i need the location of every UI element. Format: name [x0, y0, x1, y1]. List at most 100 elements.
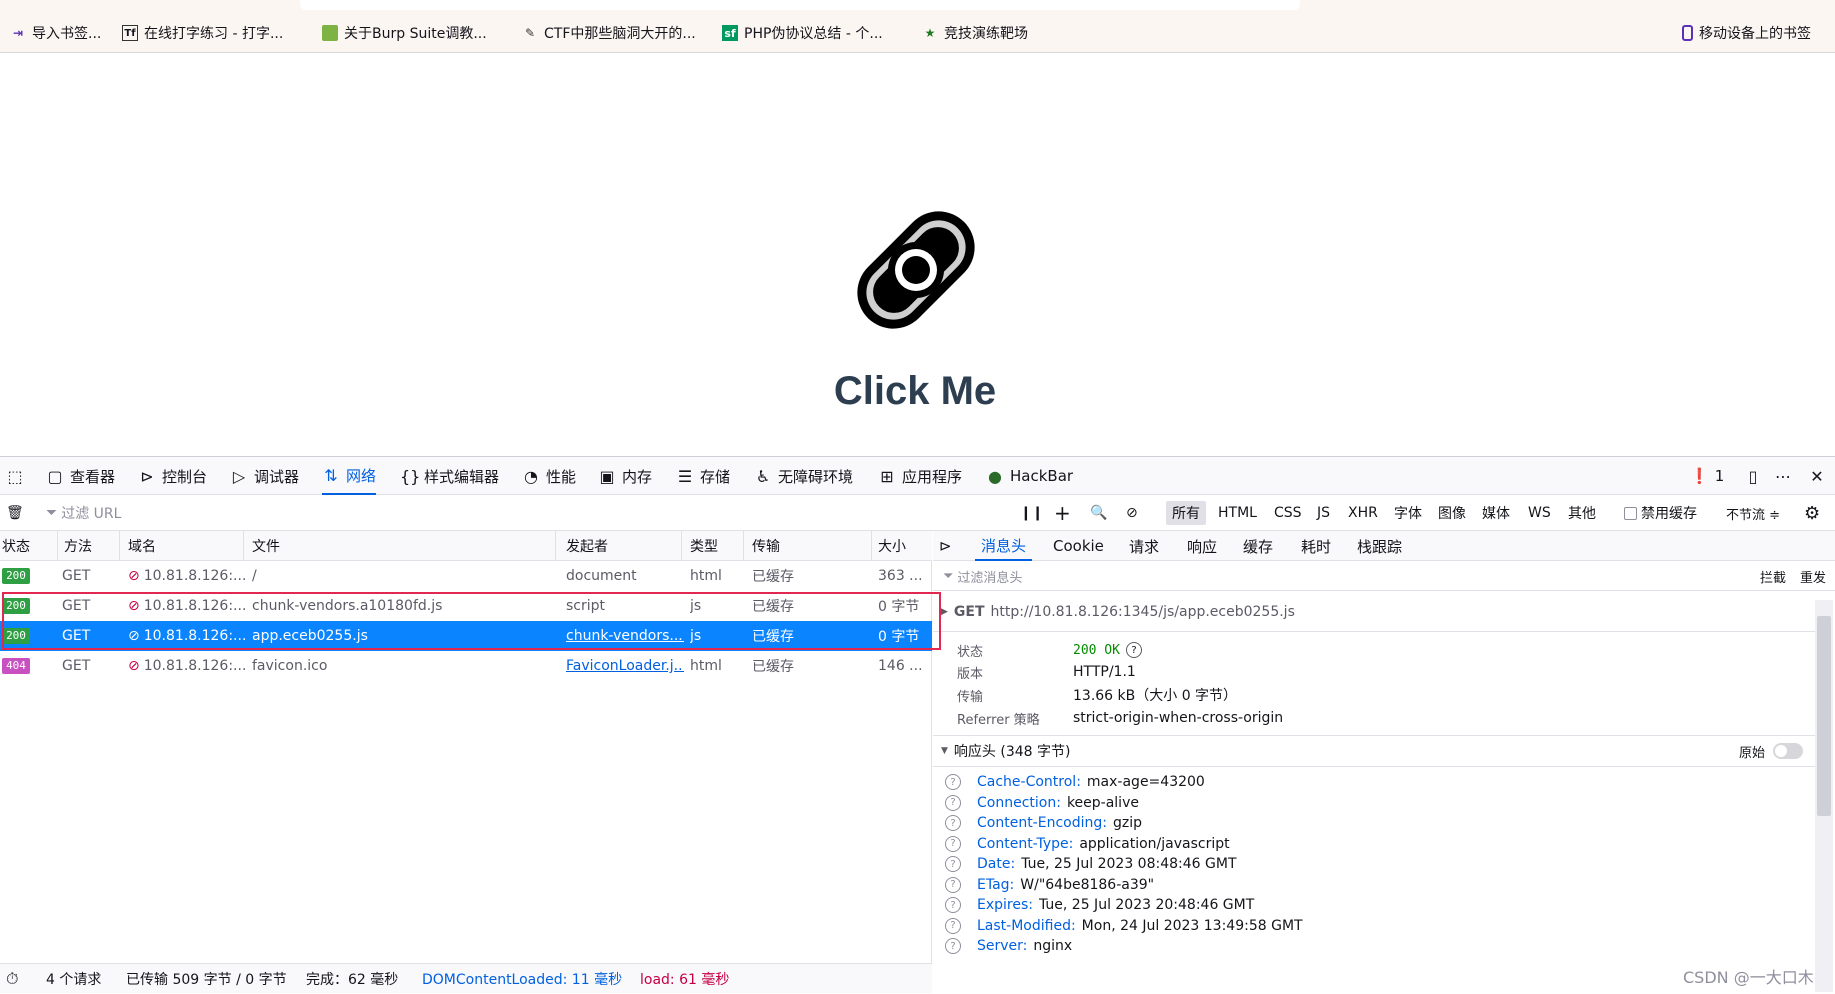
- response-header-row[interactable]: ? Connection: keep-alive: [945, 792, 1139, 814]
- disable-cache-checkbox[interactable]: 禁用缓存: [1624, 495, 1697, 531]
- tab-memory[interactable]: ▣ 内存: [598, 457, 652, 495]
- col-type[interactable]: 类型: [688, 531, 744, 561]
- help-icon[interactable]: ?: [945, 856, 961, 872]
- search-button[interactable]: 🔍: [1090, 495, 1107, 531]
- tab-storage[interactable]: ☰ 存储: [676, 457, 730, 495]
- add-button[interactable]: +: [1054, 495, 1071, 531]
- expand-arrow-icon: ▶: [941, 607, 948, 617]
- help-icon[interactable]: ?: [945, 938, 961, 954]
- filter-all[interactable]: 所有: [1166, 501, 1206, 525]
- cell-transfer: 已缓存: [752, 569, 794, 585]
- tab-request[interactable]: 请求: [1129, 531, 1159, 561]
- filter-ws[interactable]: WS: [1528, 495, 1551, 531]
- throttle-select[interactable]: 不节流 ≑: [1726, 495, 1780, 531]
- filter-css[interactable]: CSS: [1274, 495, 1302, 531]
- col-transfer[interactable]: 传输: [750, 531, 872, 561]
- response-header-row[interactable]: ? Cache-Control: max-age=43200: [945, 771, 1205, 793]
- clear-button[interactable]: 🗑: [6, 495, 24, 531]
- tab-headers[interactable]: 消息头: [975, 531, 1033, 561]
- help-icon[interactable]: ?: [945, 835, 961, 852]
- tab-console[interactable]: ⊳ 控制台: [138, 457, 207, 495]
- toggle-sidebar-button[interactable]: ⊳: [939, 531, 952, 561]
- header-value: Tue, 25 Jul 2023 08:48:46 GMT: [1021, 856, 1237, 872]
- help-icon[interactable]: ?: [945, 917, 961, 934]
- col-file[interactable]: 文件: [250, 531, 556, 561]
- link-logo-icon[interactable]: [840, 194, 992, 346]
- help-icon[interactable]: ?: [945, 794, 961, 811]
- response-header-row[interactable]: ? Content-Encoding: gzip: [945, 812, 1142, 834]
- performance-analysis-button[interactable]: ⏱: [6, 964, 18, 994]
- response-headers-section[interactable]: ▼ 响应头 (348 字节) 原始: [933, 735, 1815, 767]
- bookmark-import[interactable]: ⇥ 导入书签...: [10, 22, 101, 44]
- col-status[interactable]: 状态: [0, 531, 58, 561]
- request-line[interactable]: ▶ GET http://10.81.8.126:1345/js/app.ece…: [941, 601, 1813, 623]
- error-badge[interactable]: ❗ 1: [1690, 457, 1724, 495]
- tab-hackbar[interactable]: ● HackBar: [986, 457, 1073, 495]
- scrollbar-thumb[interactable]: [1817, 616, 1831, 816]
- page-title[interactable]: Click Me: [0, 369, 1830, 414]
- bookmark-burp[interactable]: 关于Burp Suite调教...: [322, 22, 487, 44]
- raw-toggle[interactable]: 原始: [1739, 740, 1804, 762]
- filter-html[interactable]: HTML: [1218, 495, 1257, 531]
- tab-application[interactable]: ⊞ 应用程序: [878, 457, 962, 495]
- header-value: application/javascript: [1079, 835, 1230, 852]
- details-scrollbar[interactable]: [1815, 600, 1833, 992]
- filter-js[interactable]: JS: [1317, 495, 1330, 531]
- tab-debugger[interactable]: ▷ 调试器: [230, 457, 299, 495]
- settings-button[interactable]: ⚙: [1804, 495, 1820, 531]
- col-size[interactable]: 大小: [876, 531, 932, 561]
- tab-inspector[interactable]: ▢ 查看器: [46, 457, 115, 495]
- bookmark-ctf[interactable]: ✎ CTF中那些脑洞大开的...: [522, 22, 696, 44]
- col-initiator[interactable]: 发起者: [564, 531, 682, 561]
- block-request-button[interactable]: 拦截: [1760, 565, 1786, 587]
- bookmark-typing[interactable]: Tf 在线打字练习 - 打字...: [122, 22, 283, 44]
- filter-font[interactable]: 字体: [1394, 495, 1422, 531]
- response-header-row[interactable]: ? ETag: W/"64be8186-a39": [945, 874, 1154, 896]
- table-row[interactable]: 200 GET ⊘ 10.81.8.126:... / document html 已缓存 36…: [0, 561, 932, 591]
- cube-favicon: [322, 25, 338, 41]
- filter-media[interactable]: 媒体: [1482, 495, 1510, 531]
- dock-button[interactable]: ▯: [1744, 457, 1762, 495]
- filter-other[interactable]: 其他: [1568, 495, 1596, 531]
- help-icon[interactable]: ?: [945, 897, 961, 913]
- tab-style-editor[interactable]: {} 样式编辑器: [400, 457, 499, 495]
- help-icon[interactable]: ?: [945, 876, 961, 893]
- status-requests: 4 个请求: [46, 972, 102, 988]
- response-header-row[interactable]: ? Date: Tue, 25 Jul 2023 08:48:46 GMT: [945, 853, 1237, 875]
- url-filter-input[interactable]: ⏷ 过滤 URL: [46, 495, 121, 531]
- bookmark-php[interactable]: sf PHP伪协议总结 - 个...: [722, 22, 883, 44]
- tab-stack-trace[interactable]: 栈跟踪: [1357, 531, 1402, 561]
- help-icon[interactable]: ?: [945, 815, 961, 831]
- bookmark-range[interactable]: ★ 竞技演练靶场: [922, 22, 1028, 44]
- block-button[interactable]: ⊘: [1126, 495, 1138, 531]
- header-name: Content-Type:: [977, 835, 1074, 852]
- headers-filter-input[interactable]: ⏷ 过滤消息头: [943, 565, 1022, 587]
- tab-performance[interactable]: ◔ 性能: [522, 457, 576, 495]
- response-header-row[interactable]: ? Expires: Tue, 25 Jul 2023 20:48:46 GMT: [945, 894, 1254, 916]
- bookmark-mobile[interactable]: 移动设备上的书签: [1682, 22, 1811, 44]
- resend-button[interactable]: 重发: [1800, 565, 1826, 587]
- close-button[interactable]: ✕: [1808, 457, 1826, 495]
- initiator-link[interactable]: FaviconLoader.j...: [566, 658, 684, 674]
- tab-response[interactable]: 响应: [1187, 531, 1217, 561]
- response-header-row[interactable]: ? Content-Type: application/javascript: [945, 833, 1230, 855]
- tab-cache[interactable]: 缓存: [1243, 531, 1273, 561]
- response-header-row[interactable]: ? Last-Modified: Mon, 24 Jul 2023 13:49:58…: [945, 915, 1303, 937]
- pause-button[interactable]: ❙❙: [1020, 495, 1043, 531]
- response-header-row[interactable]: ? Server: nginx: [945, 935, 1072, 957]
- tab-network[interactable]: ⇅ 网络: [322, 457, 377, 495]
- tab-accessibility[interactable]: ♿ 无障碍环境: [754, 457, 853, 495]
- tab-cookie[interactable]: Cookie: [1053, 531, 1104, 561]
- tab-timings[interactable]: 耗时: [1301, 531, 1331, 561]
- table-row[interactable]: 404 GET ⊘ 10.81.8.126:... favicon.ico Favicon…: [0, 651, 932, 681]
- col-method[interactable]: 方法: [62, 531, 120, 561]
- col-domain[interactable]: 域名: [126, 531, 244, 561]
- tab-pick-element[interactable]: ⬚: [6, 457, 24, 495]
- help-icon[interactable]: ?: [1125, 642, 1142, 658]
- network-status-bar: ⏱ 4 个请求 已传输 509 字节 / 0 字节 完成：62 毫秒 DOMCo…: [0, 963, 932, 993]
- more-button[interactable]: ⋯: [1774, 457, 1792, 495]
- filter-xhr[interactable]: XHR: [1348, 495, 1378, 531]
- cell-type: html: [690, 568, 722, 584]
- filter-image[interactable]: 图像: [1438, 495, 1466, 531]
- help-icon[interactable]: ?: [945, 774, 961, 790]
